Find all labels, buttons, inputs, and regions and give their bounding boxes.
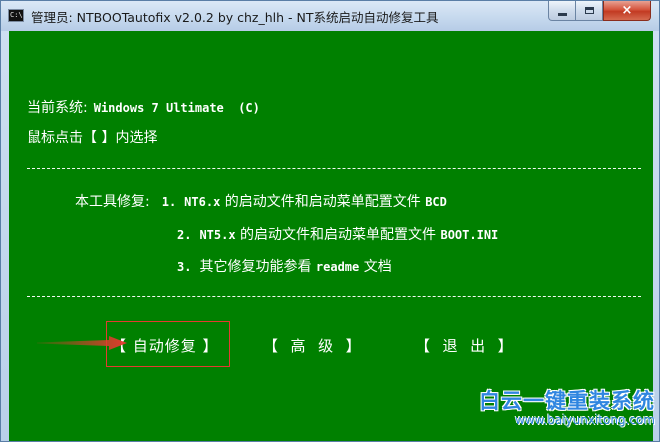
maximize-icon xyxy=(584,7,594,14)
item-text-a: 的启动文件和启动菜单配置文件 xyxy=(235,227,441,243)
item-number: 1. xyxy=(161,195,177,209)
item-mono-b: BCD xyxy=(425,195,447,209)
maximize-button[interactable] xyxy=(576,1,603,21)
item-text-a: 的启动文件和启动菜单配置文件 xyxy=(220,194,426,210)
item-mono-b: readme xyxy=(315,260,360,274)
repair-item-3: 3. 其它修复功能参看 readme 文档 xyxy=(177,256,392,276)
pointer-arrow-icon xyxy=(37,336,127,350)
minimize-icon xyxy=(557,12,567,16)
window-title: 管理员: NTBOOTautofix v2.0.2 by chz_hlh - N… xyxy=(31,10,439,25)
console-area: 当前系统: Windows 7 Ultimate (C) 鼠标点击【 】内选择 … xyxy=(9,31,653,441)
current-system-value: Windows 7 Ultimate (C) xyxy=(93,101,260,115)
exit-button[interactable]: 【 退 出 】 xyxy=(415,335,514,356)
hint-text: 鼠标点击【 】内选择 xyxy=(27,130,158,146)
console-window: C:\ 管理员: NTBOOTautofix v2.0.2 by chz_hlh… xyxy=(0,0,660,442)
minimize-button[interactable] xyxy=(548,1,576,21)
close-icon: × xyxy=(621,2,633,18)
item-text-b: 文档 xyxy=(359,259,392,275)
advanced-button[interactable]: 【 高 级 】 xyxy=(263,335,362,356)
item-mono-a: NT6.x xyxy=(184,195,221,209)
divider-top xyxy=(27,168,641,170)
watermark: 白云一键重装系统 www.baiyunxitong.com xyxy=(479,385,659,441)
current-system-line: 当前系统: Windows 7 Ultimate (C) xyxy=(27,97,260,117)
cmd-icon: C:\ xyxy=(8,9,24,22)
watermark-text: 白云一键重装系统 xyxy=(479,389,655,413)
item-mono-b: BOOT.INI xyxy=(440,228,499,242)
close-button[interactable]: × xyxy=(603,1,651,21)
item-text-a: 其它修复功能参看 xyxy=(199,259,316,275)
current-system-label: 当前系统: xyxy=(27,100,88,116)
item-mono-a: NT5.x xyxy=(199,228,236,242)
title-bar[interactable]: C:\ 管理员: NTBOOTautofix v2.0.2 by chz_hlh… xyxy=(1,1,659,31)
watermark-url: www.baiyunxitong.com xyxy=(515,413,655,427)
repair-intro: 本工具修复: xyxy=(75,194,150,210)
item-number: 3. xyxy=(177,260,192,274)
repair-item-1: 本工具修复: 1. NT6.x 的启动文件和启动菜单配置文件 BCD xyxy=(75,191,447,211)
hint-line: 鼠标点击【 】内选择 xyxy=(27,127,157,147)
divider-bottom xyxy=(27,296,641,298)
repair-item-2: 2. NT5.x 的启动文件和启动菜单配置文件 BOOT.INI xyxy=(177,224,498,244)
item-number: 2. xyxy=(177,228,192,242)
